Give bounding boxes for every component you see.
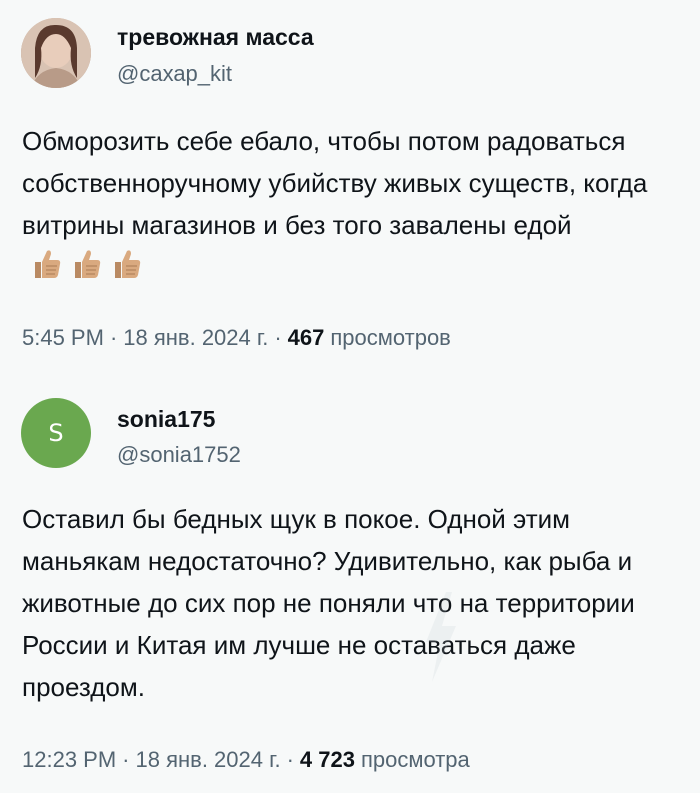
meta-separator: · (286, 747, 294, 772)
tweet-date[interactable]: 18 янв. 2024 г. (136, 747, 281, 772)
views-label: просмотров (330, 325, 451, 350)
thumbs-up-icon (35, 250, 61, 278)
lightning-watermark-icon (426, 592, 456, 682)
meta-separator: · (109, 325, 118, 350)
views-count: 4 723 (299, 747, 355, 772)
tweet-time[interactable]: 12:23 PM (22, 747, 116, 772)
tweet-text: Оставил бы бедных щук в покое. Одной эти… (22, 498, 662, 708)
emoji-row (28, 246, 144, 282)
views-label: просмотра (360, 747, 470, 772)
tweet-text: Обморозить себе ебало, чтобы потом радов… (22, 120, 682, 288)
avatar[interactable]: S (21, 398, 91, 468)
tweet-card[interactable]: S sonia175 @sonia1752 Оставил бы бедных … (0, 385, 700, 793)
tweet-text-content: Обморозить себе ебало, чтобы потом радов… (22, 126, 648, 240)
tweet-date[interactable]: 18 янв. 2024 г. (123, 325, 268, 350)
user-handle[interactable]: @сахар_kit (117, 61, 232, 87)
thumbs-up-icon (115, 250, 141, 278)
views-count: 467 (287, 325, 325, 350)
meta-separator: · (122, 747, 130, 772)
tweet-meta: 5:45 PM · 18 янв. 2024 г. · 467 просмотров (22, 325, 451, 351)
avatar-photo-icon (21, 18, 91, 88)
tweet-time[interactable]: 5:45 PM (22, 325, 104, 350)
thumbs-up-icon (75, 250, 101, 278)
tweet-card[interactable]: тревожная масса @сахар_kit Обморозить се… (0, 0, 700, 385)
tweet-text-content: Оставил бы бедных щук в покое. Одной эти… (22, 504, 635, 702)
display-name[interactable]: тревожная масса (117, 24, 314, 51)
meta-separator: · (274, 325, 282, 350)
avatar-initial: S (48, 419, 64, 447)
user-handle[interactable]: @sonia1752 (117, 442, 241, 468)
avatar[interactable] (21, 18, 91, 88)
tweet-meta: 12:23 PM · 18 янв. 2024 г. · 4 723 просмотра (22, 747, 470, 773)
display-name[interactable]: sonia175 (117, 406, 215, 433)
